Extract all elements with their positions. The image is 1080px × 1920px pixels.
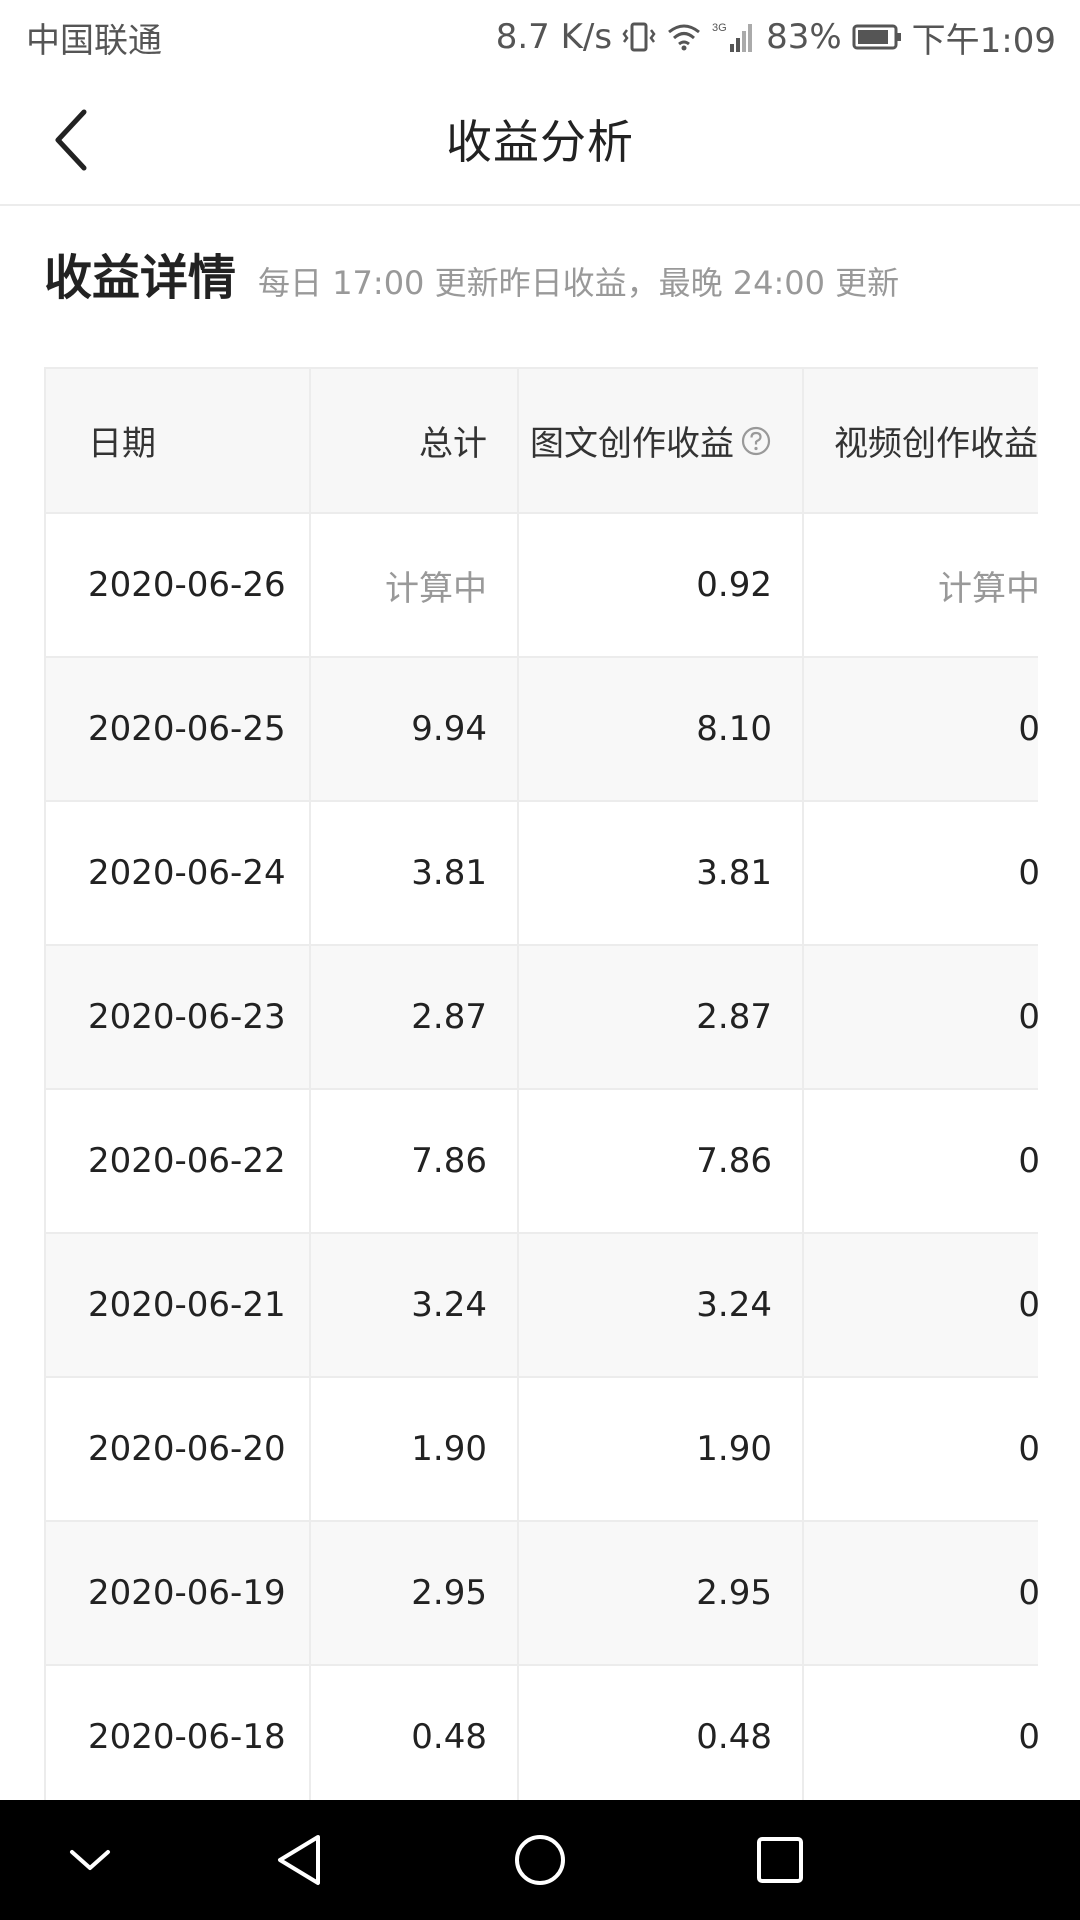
text-income-cell: 2.95 <box>518 1521 804 1666</box>
video-income-cell: 0 <box>803 1377 1038 1522</box>
total-cell: 1.90 <box>310 1377 519 1522</box>
text-income-cell: 7.86 <box>518 1089 804 1234</box>
back-arrow-icon <box>55 109 87 171</box>
recents-square-icon <box>757 1837 803 1883</box>
table-row: 2020-06-24 3.81 3.81 0 <box>46 801 1038 946</box>
date-cell: 2020-06-19 <box>46 1521 311 1666</box>
signal-icon: 3G <box>712 20 756 54</box>
status-indicators: 8.7 K/s 3G 83% 下午1:09 <box>496 13 1056 62</box>
network-speed: 8.7 K/s <box>495 17 613 57</box>
battery-icon <box>852 23 902 51</box>
clock: 下午1:09 <box>911 20 1056 61</box>
total-cell: 3.81 <box>310 801 519 946</box>
date-cell: 2020-06-26 <box>46 513 311 658</box>
date-cell: 2020-06-18 <box>46 1665 311 1800</box>
question-circle-icon[interactable] <box>740 425 772 466</box>
system-nav-bar <box>0 1800 1080 1920</box>
text-income-cell: 1.90 <box>518 1377 804 1522</box>
video-income-value: 0 <box>1018 1429 1038 1469</box>
video-income-value: 计算中 <box>938 568 1038 609</box>
income-table-container[interactable]: 日期 总计 图文创作收益 视频创作收益 2020-06-26 计算中 0.92 计算中… <box>44 367 1038 1800</box>
text-income-cell: 2.87 <box>518 945 804 1090</box>
income-table: 日期 总计 图文创作收益 视频创作收益 2020-06-26 计算中 0.92 计算中… <box>46 369 1038 1800</box>
table-row: 2020-06-26 计算中 0.92 计算中 <box>46 513 1038 658</box>
video-income-value: 0 <box>1018 997 1038 1037</box>
collapse-icon <box>70 1850 110 1870</box>
date-cell: 2020-06-21 <box>46 1233 311 1378</box>
table-body: 2020-06-26 计算中 0.92 计算中 2020-06-25 9.94 8.10 0 2… <box>46 513 1038 1800</box>
date-cell: 2020-06-22 <box>46 1089 311 1234</box>
carrier-label: 中国联通 <box>26 20 162 61</box>
column-header-video-income: 视频创作收益 <box>803 369 1038 514</box>
column-header-text-income: 图文创作收益 <box>518 369 804 514</box>
date-cell: 2020-06-25 <box>46 657 311 802</box>
column-header-total: 总计 <box>310 369 519 514</box>
network-type: 3G <box>712 22 727 34</box>
total-cell: 7.86 <box>310 1089 519 1234</box>
nav-home-button[interactable] <box>500 1820 580 1900</box>
column-header-text-income-label: 图文创作收益 <box>530 423 734 464</box>
video-income-cell: 0 <box>803 1665 1038 1800</box>
text-income-cell: 3.24 <box>518 1233 804 1378</box>
total-cell: 0.48 <box>310 1665 519 1800</box>
total-cell: 计算中 <box>310 513 519 658</box>
text-income-cell: 3.81 <box>518 801 804 946</box>
back-button[interactable] <box>30 100 110 180</box>
video-income-value: 0 <box>1018 1717 1038 1757</box>
video-income-value: 0 <box>1018 853 1038 893</box>
app-header: 收益分析 <box>0 74 1080 206</box>
table-row: 2020-06-18 0.48 0.48 0 <box>46 1665 1038 1800</box>
total-cell: 2.95 <box>310 1521 519 1666</box>
nav-recents-button[interactable] <box>740 1820 820 1900</box>
column-header-date: 日期 <box>46 369 311 514</box>
section-title: 收益详情 <box>44 250 237 306</box>
video-income-value: 0 <box>1018 1141 1038 1181</box>
video-income-value: 0 <box>1018 1573 1038 1613</box>
video-income-value: 0 <box>1018 1285 1038 1325</box>
back-triangle-icon <box>278 1835 320 1885</box>
wifi-icon <box>666 22 702 52</box>
income-detail-section: 收益详情 每日 17:00 更新昨日收益，最晚 24:00 更新 <box>44 238 899 308</box>
date-cell: 2020-06-23 <box>46 945 311 1090</box>
collapse-button[interactable] <box>50 1820 130 1900</box>
table-row: 2020-06-21 3.24 3.24 0 <box>46 1233 1038 1378</box>
video-income-cell: 0 <box>803 1233 1038 1378</box>
video-income-cell: 0 <box>803 1521 1038 1666</box>
vibrate-icon <box>622 20 656 54</box>
table-header-row: 日期 总计 图文创作收益 视频创作收益 <box>46 369 1038 514</box>
table-row: 2020-06-23 2.87 2.87 0 <box>46 945 1038 1090</box>
battery-percent: 83% <box>766 17 842 57</box>
video-income-cell: 计算中 <box>803 513 1038 658</box>
date-cell: 2020-06-20 <box>46 1377 311 1522</box>
video-income-value: 0 <box>1018 709 1038 749</box>
update-note: 每日 17:00 更新昨日收益，最晚 24:00 更新 <box>258 264 900 302</box>
nav-back-button[interactable] <box>259 1820 339 1900</box>
table-row: 2020-06-19 2.95 2.95 0 <box>46 1521 1038 1666</box>
table-row: 2020-06-20 1.90 1.90 0 <box>46 1377 1038 1522</box>
home-circle-icon <box>515 1835 565 1885</box>
date-cell: 2020-06-24 <box>46 801 311 946</box>
video-income-cell: 0 <box>803 801 1038 946</box>
table-row: 2020-06-22 7.86 7.86 0 <box>46 1089 1038 1234</box>
status-bar: 中国联通 8.7 K/s 3G 83% 下午1:09 <box>0 0 1080 74</box>
page-title: 收益分析 <box>446 115 634 169</box>
text-income-cell: 0.92 <box>518 513 804 658</box>
total-cell: 3.24 <box>310 1233 519 1378</box>
text-income-cell: 8.10 <box>518 657 804 802</box>
video-income-cell: 0 <box>803 1089 1038 1234</box>
text-income-cell: 0.48 <box>518 1665 804 1800</box>
total-cell: 9.94 <box>310 657 519 802</box>
video-income-cell: 0 <box>803 657 1038 802</box>
video-income-cell: 0 <box>803 945 1038 1090</box>
total-cell: 2.87 <box>310 945 519 1090</box>
table-row: 2020-06-25 9.94 8.10 0 <box>46 657 1038 802</box>
